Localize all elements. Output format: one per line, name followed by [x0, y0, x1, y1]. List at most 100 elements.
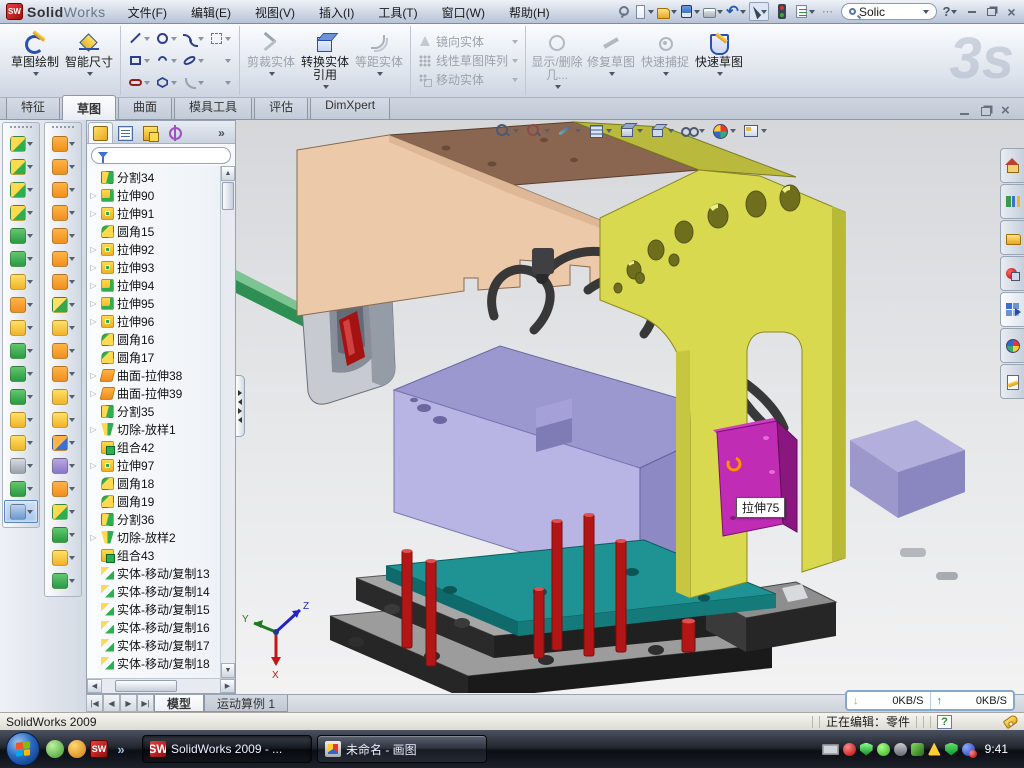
tool-icon[interactable]	[46, 454, 80, 477]
tool-icon[interactable]	[46, 224, 80, 247]
feature-tree-item[interactable]: 组合43	[89, 546, 220, 564]
quick-launch-icon[interactable]: SW	[90, 740, 108, 758]
feature-tree-item[interactable]: ▷ 拉伸92	[89, 240, 220, 258]
task-pane-tab[interactable]	[1000, 256, 1024, 291]
feature-tree-item[interactable]: ▷ 拉伸90	[89, 186, 220, 204]
toolbar-button[interactable]: 显示/删除几...	[531, 28, 583, 93]
view-tool-icon[interactable]	[740, 121, 769, 140]
toolbar-button[interactable]: 剪裁实体	[245, 28, 297, 93]
view-tool-icon[interactable]	[523, 121, 552, 140]
sketch-tool-icon[interactable]	[207, 28, 234, 50]
tray-icon[interactable]	[945, 743, 958, 756]
tool-icon[interactable]	[46, 523, 80, 546]
doc-restore-button[interactable]	[980, 105, 993, 116]
expand-arrow-icon[interactable]: ▷	[89, 371, 98, 380]
quick-tips-icon[interactable]: ?	[937, 715, 952, 729]
feature-tree-item[interactable]: 分割34	[89, 168, 220, 186]
expand-arrow-icon[interactable]: ▷	[89, 191, 98, 200]
expand-arrow-icon[interactable]: ▷	[89, 425, 98, 434]
quick-launch-icon[interactable]: »	[112, 740, 130, 758]
tab-nav-icon[interactable]: ◀	[103, 695, 120, 712]
new-document-button[interactable]	[634, 2, 654, 21]
tool-icon[interactable]	[4, 316, 38, 339]
tool-icon[interactable]	[46, 431, 80, 454]
sketch-tool-icon[interactable]	[207, 72, 234, 94]
feature-tree-item[interactable]: 实体-移动/复制18	[89, 654, 220, 672]
task-pane-tab[interactable]	[1000, 184, 1024, 219]
tool-icon[interactable]	[46, 477, 80, 500]
feature-tree-item[interactable]: ▷ 拉伸93	[89, 258, 220, 276]
select-button[interactable]	[749, 2, 769, 21]
task-pane-tab[interactable]	[1000, 292, 1024, 327]
panel-splitter-handle[interactable]	[236, 375, 245, 437]
taskbar-clock[interactable]: 9:41	[979, 742, 1014, 756]
close-button[interactable]: ×	[1003, 4, 1020, 19]
menu-item[interactable]: 窗口(W)	[430, 0, 497, 23]
doc-close-button[interactable]: ×	[1001, 105, 1014, 116]
pin-toolbar-icon[interactable]	[611, 2, 631, 21]
menu-item[interactable]: 工具(T)	[366, 0, 429, 23]
sketch-tool-icon[interactable]	[180, 72, 207, 94]
expand-arrow-icon[interactable]: ▷	[89, 263, 98, 272]
save-button[interactable]	[680, 2, 700, 21]
feature-tree-item[interactable]: 圆角17	[89, 348, 220, 366]
tool-icon[interactable]	[46, 132, 80, 155]
panel-tab[interactable]	[88, 122, 113, 143]
feature-tree-item[interactable]: ▷ 拉伸91	[89, 204, 220, 222]
feature-tree-item[interactable]: ▷ 曲面-拉伸38	[89, 366, 220, 384]
expand-arrow-icon[interactable]: ▷	[89, 533, 98, 542]
open-document-button[interactable]	[657, 2, 677, 21]
tool-icon[interactable]	[46, 316, 80, 339]
minimize-button[interactable]	[963, 4, 980, 19]
view-tool-icon[interactable]	[616, 121, 645, 140]
tool-icon[interactable]	[4, 339, 38, 362]
graphics-area[interactable]: Y Z X	[236, 120, 1024, 694]
search-input[interactable]: Solic	[841, 3, 937, 20]
start-button[interactable]	[6, 732, 40, 766]
tree-vertical-scrollbar[interactable]: ▲ ▼	[220, 166, 235, 678]
tool-icon[interactable]	[46, 270, 80, 293]
tool-icon[interactable]	[46, 546, 80, 569]
expand-arrow-icon[interactable]: ▷	[89, 281, 98, 290]
view-tool-icon[interactable]	[678, 121, 707, 140]
toolbar-button[interactable]: 快速草图	[693, 28, 745, 93]
toolbar-menu-button[interactable]: 移动实体	[415, 71, 521, 89]
options-button[interactable]	[795, 2, 815, 21]
menu-item[interactable]: 编辑(E)	[179, 0, 243, 23]
sketch-tool-icon[interactable]	[153, 72, 180, 94]
keyboard-layout-tray-icon[interactable]	[822, 744, 839, 755]
view-tool-icon[interactable]	[709, 121, 738, 140]
feature-tree-item[interactable]: ▷ 拉伸96	[89, 312, 220, 330]
tray-icon[interactable]	[962, 743, 975, 756]
sketch-tool-icon[interactable]	[153, 50, 180, 72]
tray-icon[interactable]	[860, 743, 873, 756]
feature-tree-item[interactable]: ▷ 切除-放样2	[89, 528, 220, 546]
tool-icon[interactable]	[4, 178, 38, 201]
tool-icon[interactable]	[4, 385, 38, 408]
magenta-block-part[interactable]	[713, 418, 797, 536]
toolbar-overflow-icon[interactable]: ⋯	[818, 2, 838, 21]
document-tab[interactable]: 模型	[154, 695, 204, 712]
toolbar-button[interactable]: 快速捕捉	[639, 28, 691, 93]
menu-item[interactable]: 文件(F)	[116, 0, 179, 23]
expand-arrow-icon[interactable]: ▷	[89, 245, 98, 254]
feature-tree-item[interactable]: 分割36	[89, 510, 220, 528]
tool-icon[interactable]	[4, 155, 38, 178]
tool-icon[interactable]	[46, 339, 80, 362]
tray-icon[interactable]	[911, 743, 924, 756]
guide-pin[interactable]	[900, 548, 926, 557]
sketch-tool-icon[interactable]	[207, 50, 234, 72]
task-pane-tab[interactable]	[1000, 328, 1024, 363]
feature-tree-item[interactable]: ▷ 切除-放样1	[89, 420, 220, 438]
tray-icon[interactable]	[877, 743, 890, 756]
feature-tree-item[interactable]: 组合42	[89, 438, 220, 456]
ribbon-tab[interactable]: 草图	[62, 95, 116, 120]
view-tool-icon[interactable]	[647, 121, 676, 140]
tool-icon[interactable]	[46, 247, 80, 270]
expand-arrow-icon[interactable]: ▷	[89, 461, 98, 470]
tool-icon[interactable]	[4, 362, 38, 385]
tray-icon[interactable]	[843, 743, 856, 756]
expand-arrow-icon[interactable]: ▷	[89, 209, 98, 218]
feature-tree-item[interactable]: 圆角18	[89, 474, 220, 492]
menu-item[interactable]: 视图(V)	[243, 0, 307, 23]
